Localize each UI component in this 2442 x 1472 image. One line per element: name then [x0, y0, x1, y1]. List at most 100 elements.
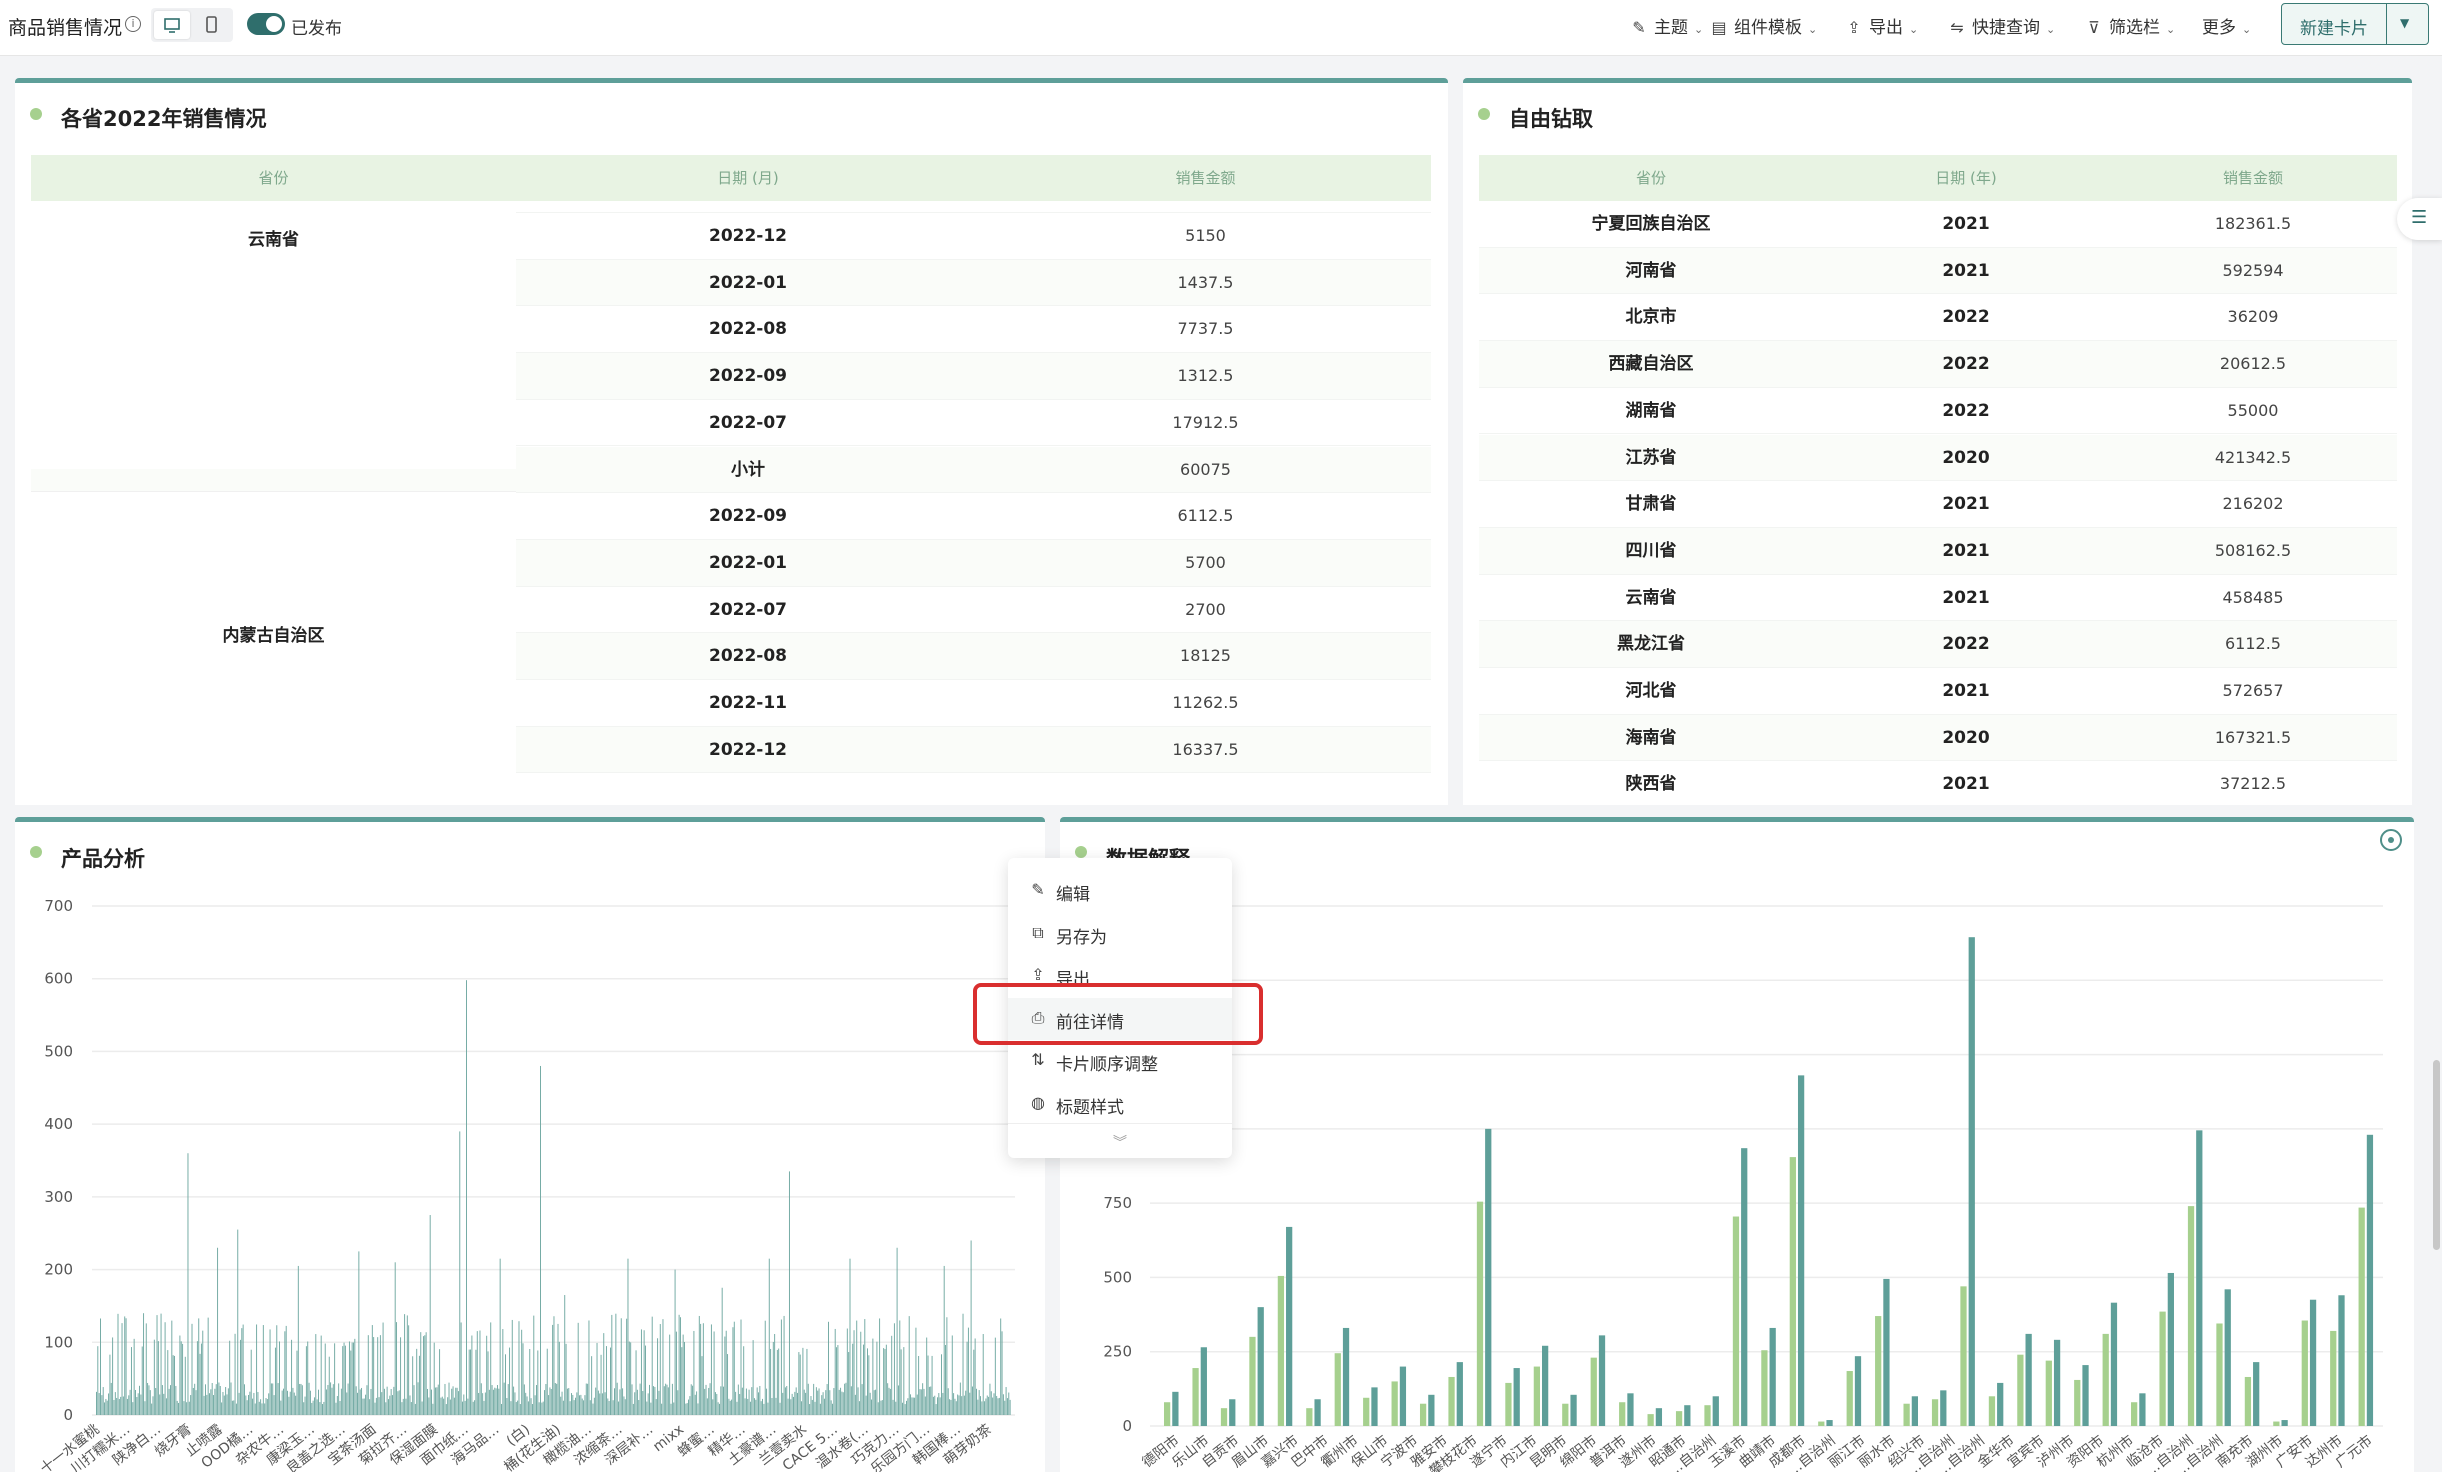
- bar: [114, 1392, 116, 1415]
- column-header[interactable]: 省份: [31, 155, 516, 201]
- table-cell: 河南省: [1625, 260, 1677, 281]
- bar: [916, 1394, 918, 1415]
- bar: [828, 1321, 829, 1415]
- table-cell: 2021: [1942, 774, 1990, 795]
- bar: [910, 1394, 912, 1415]
- bar: [118, 1399, 120, 1415]
- column-header[interactable]: 省份: [1479, 155, 1823, 201]
- locate-icon[interactable]: [2380, 829, 2402, 851]
- bar: [809, 1404, 811, 1415]
- chevron-down-icon[interactable]: ▼: [2400, 16, 2409, 30]
- expand-more-icon[interactable]: ︾: [1008, 1123, 1232, 1158]
- bar: [254, 1403, 256, 1415]
- bar: [884, 1349, 886, 1415]
- bar: [819, 1403, 821, 1415]
- bar: [126, 1398, 128, 1415]
- bar: [646, 1401, 648, 1415]
- bar: [689, 1396, 691, 1415]
- column-header[interactable]: 日期 (年): [1823, 155, 2109, 201]
- bar: [1997, 1382, 2004, 1426]
- city-bar-chart[interactable]: 02505007501000德阳市乐山市自贡市眉山市嘉兴市巴中市衢州市保山市宁波…: [1060, 822, 2414, 1472]
- bar: [164, 1322, 166, 1415]
- toolbar-item-5[interactable]: 更多 ⌄: [2202, 13, 2251, 38]
- table-cell: 小计: [731, 459, 765, 480]
- menu-item-save-as[interactable]: ⧉ 另存为: [1008, 913, 1232, 955]
- toolbar-item-1[interactable]: ▤ 组件模板 ⌄: [1710, 13, 1817, 38]
- bar: [466, 980, 467, 1415]
- bar: [229, 1340, 231, 1415]
- menu-item-palette[interactable]: ◍ 标题样式: [1008, 1083, 1232, 1125]
- card-title[interactable]: 自由钻取: [1509, 103, 1593, 133]
- bar: [619, 1389, 621, 1415]
- bar: [618, 1401, 620, 1415]
- bar: [1399, 1366, 1407, 1426]
- bar: [766, 1388, 768, 1415]
- bar: [355, 1386, 357, 1415]
- bar: [650, 1402, 652, 1415]
- bar: [418, 1355, 420, 1415]
- bar: [988, 1396, 990, 1415]
- table-cell: 2021: [1942, 681, 1990, 701]
- top-toolbar: 商品销售情况 i 已发布 ✎ 主题 ⌄ ▤ 组件模板 ⌄ ⇪ 导出 ⌄ ⇋ 快捷查询 ⌄ ⊽ 筛选栏 ⌄ 更多…: [0, 0, 2442, 56]
- bar: [537, 1350, 539, 1415]
- toolbar-item-4[interactable]: ⊽ 筛选栏 ⌄: [2085, 13, 2175, 38]
- bar: [540, 1065, 541, 1415]
- bar: [984, 1401, 986, 1415]
- mobile-view-button[interactable]: [194, 11, 230, 39]
- chevron-down-icon: ⌄: [2046, 23, 2056, 36]
- bar: [616, 1382, 618, 1415]
- bar: [299, 1383, 301, 1415]
- bar: [748, 1389, 750, 1415]
- bar: [187, 1153, 189, 1415]
- chevron-down-icon: ⌄: [1909, 23, 1919, 36]
- page-scrollbar[interactable]: [2433, 1060, 2440, 1250]
- desktop-view-button[interactable]: [154, 11, 190, 39]
- toolbar-item-2[interactable]: ⇪ 导出 ⌄: [1845, 13, 1918, 38]
- bar: [1363, 1397, 1370, 1426]
- bar: [690, 1384, 692, 1415]
- bar: [805, 1392, 807, 1415]
- card-title[interactable]: 各省2022年销售情况: [61, 103, 266, 133]
- bar: [941, 1354, 942, 1415]
- bar: [204, 1384, 206, 1415]
- bar: [849, 1258, 851, 1415]
- table-row: 西藏自治区 2022 20612.5: [1479, 341, 2397, 388]
- bar: [599, 1393, 601, 1415]
- column-header[interactable]: 日期 (月): [516, 155, 980, 201]
- y-tick-label: 500: [44, 1042, 73, 1060]
- column-header[interactable]: 销售金额: [980, 155, 1431, 201]
- bar: [96, 1391, 97, 1415]
- bar: [880, 1400, 882, 1415]
- table-cell: 2021: [1942, 260, 1990, 281]
- column-header[interactable]: 销售金额: [2109, 155, 2397, 201]
- product-bar-chart[interactable]: 0100200300400500600700十一水蜜桃川打糯米…陕净白…烧牙膏止…: [15, 822, 1045, 1472]
- new-card-button[interactable]: 新建卡片 ▼: [2281, 3, 2429, 45]
- bar: [2301, 1320, 2308, 1426]
- bar: [653, 1386, 655, 1415]
- bar: [248, 1394, 249, 1415]
- bar: [545, 1384, 547, 1415]
- side-panel-toggle[interactable]: ☰: [2397, 198, 2442, 240]
- bar: [612, 1400, 614, 1415]
- menu-item-reorder[interactable]: ⇅ 卡片顺序调整: [1008, 1040, 1232, 1082]
- bar: [989, 1383, 991, 1415]
- publish-toggle[interactable]: [247, 13, 285, 35]
- bar: [389, 1395, 391, 1415]
- bar: [375, 1397, 377, 1415]
- info-icon[interactable]: i: [125, 16, 141, 32]
- table-cell: 55000: [2227, 400, 2279, 420]
- bar: [218, 1382, 220, 1415]
- bar: [455, 1387, 457, 1415]
- bar: [482, 1393, 484, 1415]
- toolbar-item-0[interactable]: ✎ 主题 ⌄: [1630, 13, 1703, 38]
- bar: [421, 1401, 423, 1415]
- menu-item-edit[interactable]: ✎ 编辑: [1008, 870, 1232, 912]
- bar: [957, 1394, 959, 1415]
- bar: [1590, 1357, 1597, 1426]
- bar: [530, 1398, 532, 1415]
- bar: [215, 1384, 217, 1415]
- bar: [636, 1389, 638, 1415]
- toolbar-item-3[interactable]: ⇋ 快捷查询 ⌄: [1948, 13, 2055, 38]
- bar: [241, 1328, 243, 1415]
- bar: [457, 1391, 459, 1415]
